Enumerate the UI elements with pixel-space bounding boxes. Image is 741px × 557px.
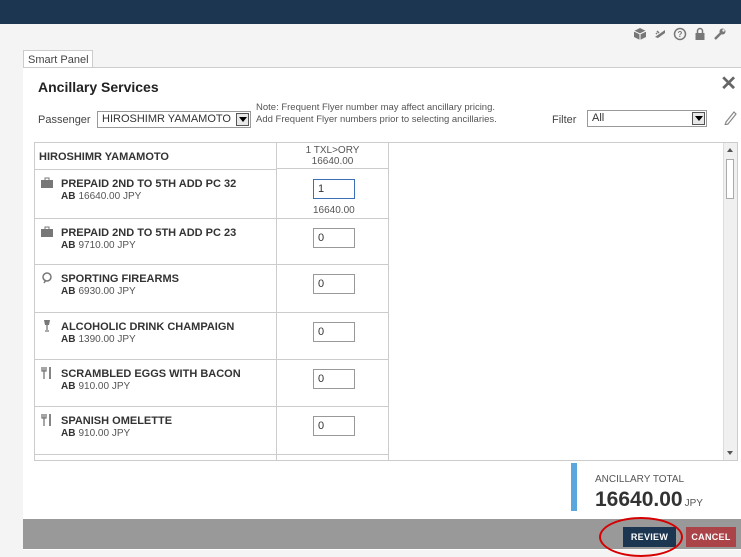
- quantity-input[interactable]: 0: [313, 416, 355, 436]
- vertical-scrollbar[interactable]: [723, 143, 737, 460]
- passenger-select[interactable]: HIROSHIMR YAMAMOTO: [97, 111, 251, 128]
- segment-amount: 16640.00: [311, 156, 354, 167]
- quantity-input[interactable]: 0: [313, 228, 355, 248]
- grid-header: HIROSHIMR YAMAMOTO: [35, 143, 277, 170]
- quantity-input[interactable]: 0: [313, 322, 355, 342]
- service-cell: PREPAID 2ND TO 5TH ADD PC 32 AB 16640.00 …: [35, 170, 277, 218]
- service-cell: [35, 455, 277, 460]
- cancel-button[interactable]: CANCEL: [686, 527, 736, 547]
- panel-title: Ancillary Services: [38, 79, 159, 95]
- chevron-down-icon[interactable]: [236, 113, 249, 126]
- service-cell: ALCOHOLIC DRINK CHAMPAIGN AB 1390.00 JPY: [35, 313, 277, 359]
- service-name: PREPAID 2ND TO 5TH ADD PC 23: [61, 227, 237, 239]
- note-line-1: Note: Frequent Flyer number may affect a…: [256, 102, 496, 113]
- wrench-icon[interactable]: [713, 27, 727, 41]
- quantity-input[interactable]: 0: [313, 274, 355, 294]
- total-accent-bar: [571, 463, 577, 511]
- service-price: AB 910.00 JPY: [61, 381, 130, 392]
- total-amount-value: 16640.00: [595, 488, 683, 511]
- row-subtotal: 16640.00: [313, 205, 355, 216]
- grid-table: HIROSHIMR YAMAMOTO 1 TXL>ORY 16640.00 PR…: [35, 143, 389, 460]
- ancillary-total-label: ANCILLARY TOTAL: [595, 474, 685, 485]
- service-carrier: AB: [61, 334, 76, 345]
- service-carrier: AB: [61, 191, 76, 202]
- service-price-value: 910.00 JPY: [78, 381, 131, 392]
- scroll-thumb[interactable]: [726, 159, 734, 199]
- table-row: ALCOHOLIC DRINK CHAMPAIGN AB 1390.00 JPY …: [35, 313, 388, 360]
- service-carrier: AB: [61, 240, 76, 251]
- service-price: AB 16640.00 JPY: [61, 191, 141, 202]
- note-line-2: Add Frequent Flyer numbers prior to sele…: [256, 114, 497, 125]
- service-cell: SPANISH OMELETTE AB 910.00 JPY: [35, 407, 277, 454]
- fork-knife-icon: [41, 414, 51, 426]
- review-button[interactable]: REVIEW: [623, 527, 676, 547]
- service-price-value: 910.00 JPY: [78, 428, 131, 439]
- service-name: SPORTING FIREARMS: [61, 273, 179, 285]
- scroll-up-icon[interactable]: [727, 148, 733, 152]
- service-name: ALCOHOLIC DRINK CHAMPAIGN: [61, 321, 235, 333]
- table-row: PREPAID 2ND TO 5TH ADD PC 32 AB 16640.00 …: [35, 170, 388, 219]
- service-cell: PREPAID 2ND TO 5TH ADD PC 23 AB 9710.00 J…: [35, 219, 277, 264]
- passenger-label: Passenger: [38, 114, 91, 126]
- table-row: SPANISH OMELETTE AB 910.00 JPY 0: [35, 407, 388, 455]
- cube-icon[interactable]: [633, 27, 647, 41]
- table-row: SCRAMBLED EGGS WITH BACON AB 910.00 JPY 0: [35, 360, 388, 407]
- table-row: [35, 455, 388, 460]
- quantity-input[interactable]: 0: [313, 369, 355, 389]
- service-name: PREPAID 2ND TO 5TH ADD PC 32: [61, 178, 237, 190]
- fork-knife-icon: [41, 367, 51, 379]
- pencil-icon[interactable]: [723, 109, 737, 125]
- plane-icon[interactable]: [653, 27, 667, 41]
- service-carrier: AB: [61, 381, 76, 392]
- segment-route: 1 TXL>ORY: [305, 145, 360, 156]
- service-price: AB 6930.00 JPY: [61, 286, 136, 297]
- ancillary-grid: HIROSHIMR YAMAMOTO 1 TXL>ORY 16640.00 PR…: [34, 142, 738, 461]
- service-price: AB 910.00 JPY: [61, 428, 130, 439]
- service-price-value: 6930.00 JPY: [78, 286, 136, 297]
- help-icon[interactable]: ?: [673, 27, 687, 41]
- service-price: AB 9710.00 JPY: [61, 240, 136, 251]
- service-cell: SCRAMBLED EGGS WITH BACON AB 910.00 JPY: [35, 360, 277, 406]
- scroll-down-icon[interactable]: [727, 451, 733, 455]
- service-name: SCRAMBLED EGGS WITH BACON: [61, 368, 241, 380]
- close-icon[interactable]: ✕: [720, 74, 737, 94]
- filter-select[interactable]: All: [587, 110, 707, 127]
- service-name: SPANISH OMELETTE: [61, 415, 173, 427]
- sporting-icon: [42, 272, 52, 284]
- ancillary-panel: Ancillary Services ✕ Passenger HIROSHIMR…: [23, 67, 741, 550]
- ancillary-total-amount: 16640.00 JPY: [595, 488, 703, 512]
- service-carrier: AB: [61, 428, 76, 439]
- table-row: PREPAID 2ND TO 5TH ADD PC 23 AB 9710.00 J…: [35, 219, 388, 265]
- suitcase-icon: [41, 177, 53, 188]
- grid-passenger-name: HIROSHIMR YAMAMOTO: [39, 151, 169, 163]
- quantity-input[interactable]: 1: [313, 179, 355, 199]
- svg-text:?: ?: [678, 30, 683, 39]
- passenger-select-value: HIROSHIMR YAMAMOTO: [102, 113, 231, 125]
- service-cell: SPORTING FIREARMS AB 6930.00 JPY: [35, 265, 277, 312]
- chevron-down-icon[interactable]: [692, 112, 705, 125]
- top-bar: [0, 0, 741, 24]
- suitcase-icon: [41, 226, 53, 237]
- segment-header: 1 TXL>ORY 16640.00: [277, 143, 388, 169]
- service-price-value: 16640.00 JPY: [78, 191, 142, 202]
- service-carrier: AB: [61, 286, 76, 297]
- service-price: AB 1390.00 JPY: [61, 334, 136, 345]
- lock-icon[interactable]: [693, 27, 707, 41]
- champagne-glass-icon: [44, 320, 50, 332]
- service-price-value: 9710.00 JPY: [78, 240, 136, 251]
- filter-select-value: All: [592, 112, 605, 124]
- toolbar-icons: ?: [633, 27, 727, 41]
- table-row: SPORTING FIREARMS AB 6930.00 JPY 0: [35, 265, 388, 313]
- service-price-value: 1390.00 JPY: [78, 334, 136, 345]
- smart-panel-tab[interactable]: Smart Panel: [23, 50, 93, 68]
- filter-label: Filter: [552, 114, 577, 126]
- total-currency: JPY: [684, 498, 703, 509]
- ffn-note: Note: Frequent Flyer number may affect a…: [256, 102, 536, 126]
